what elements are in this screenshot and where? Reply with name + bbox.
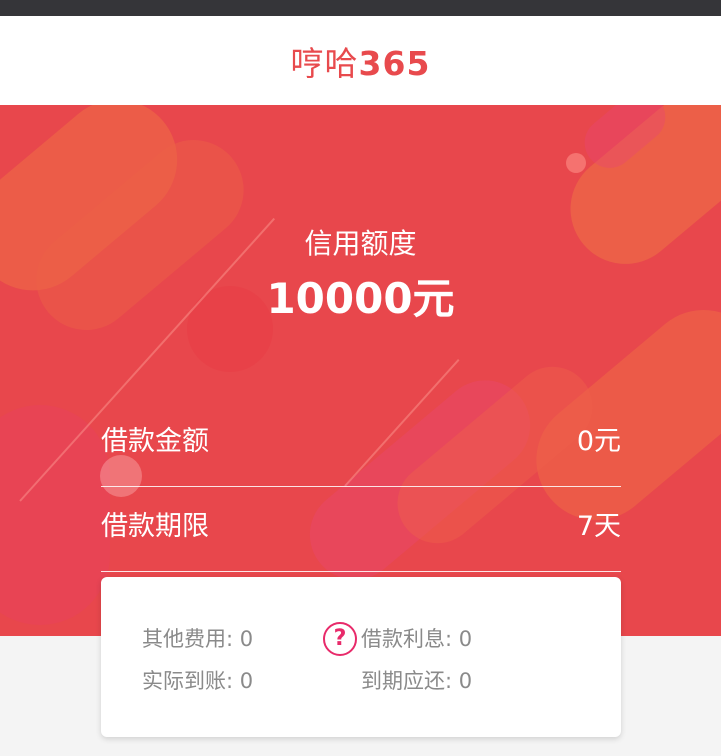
app-title-number: 365 [358, 43, 431, 83]
status-bar [0, 0, 721, 16]
other-fees: 其他费用: 0 [142, 623, 253, 653]
other-fees-label: 其他费用: [142, 627, 234, 651]
nav-bar: 哼哈365 [0, 16, 721, 105]
loan-term-value: 7天 [576, 511, 621, 542]
due-repayment-value: 0 [458, 669, 473, 693]
actual-received-label: 实际到账: [142, 669, 234, 693]
loan-interest-value: 0 [458, 627, 473, 651]
loan-amount-row[interactable]: 借款金额 0元 [101, 401, 621, 487]
loan-interest-label: 借款利息: [361, 627, 453, 651]
app-title: 哼哈365 [291, 37, 431, 85]
loan-amount-label: 借款金额 [101, 426, 209, 457]
actual-received: 实际到账: 0 [142, 665, 253, 695]
due-repayment-label: 到期应还: [361, 669, 453, 693]
credit-hero: 信用额度 10000元 借款金额 0元 借款期限 7天 [0, 105, 721, 636]
credit-limit-value: 10000元 [266, 274, 455, 323]
fee-summary-card: 其他费用: 0 ? 借款利息: 0 实际到账: 0 到期应还: 0 [101, 577, 621, 737]
other-fees-value: 0 [239, 627, 254, 651]
loan-interest: 借款利息: 0 [361, 623, 472, 653]
loan-amount-value: 0元 [576, 426, 621, 457]
app-title-text: 哼哈 [290, 43, 359, 83]
due-repayment: 到期应还: 0 [361, 665, 472, 695]
credit-limit-label: 信用额度 [304, 227, 417, 260]
loan-term-row[interactable]: 借款期限 7天 [101, 486, 621, 572]
question-circle-icon[interactable]: ? [323, 622, 357, 656]
actual-received-value: 0 [239, 669, 254, 693]
decor-circle [566, 153, 586, 173]
decor-shape [0, 405, 110, 625]
loan-term-label: 借款期限 [101, 511, 209, 542]
